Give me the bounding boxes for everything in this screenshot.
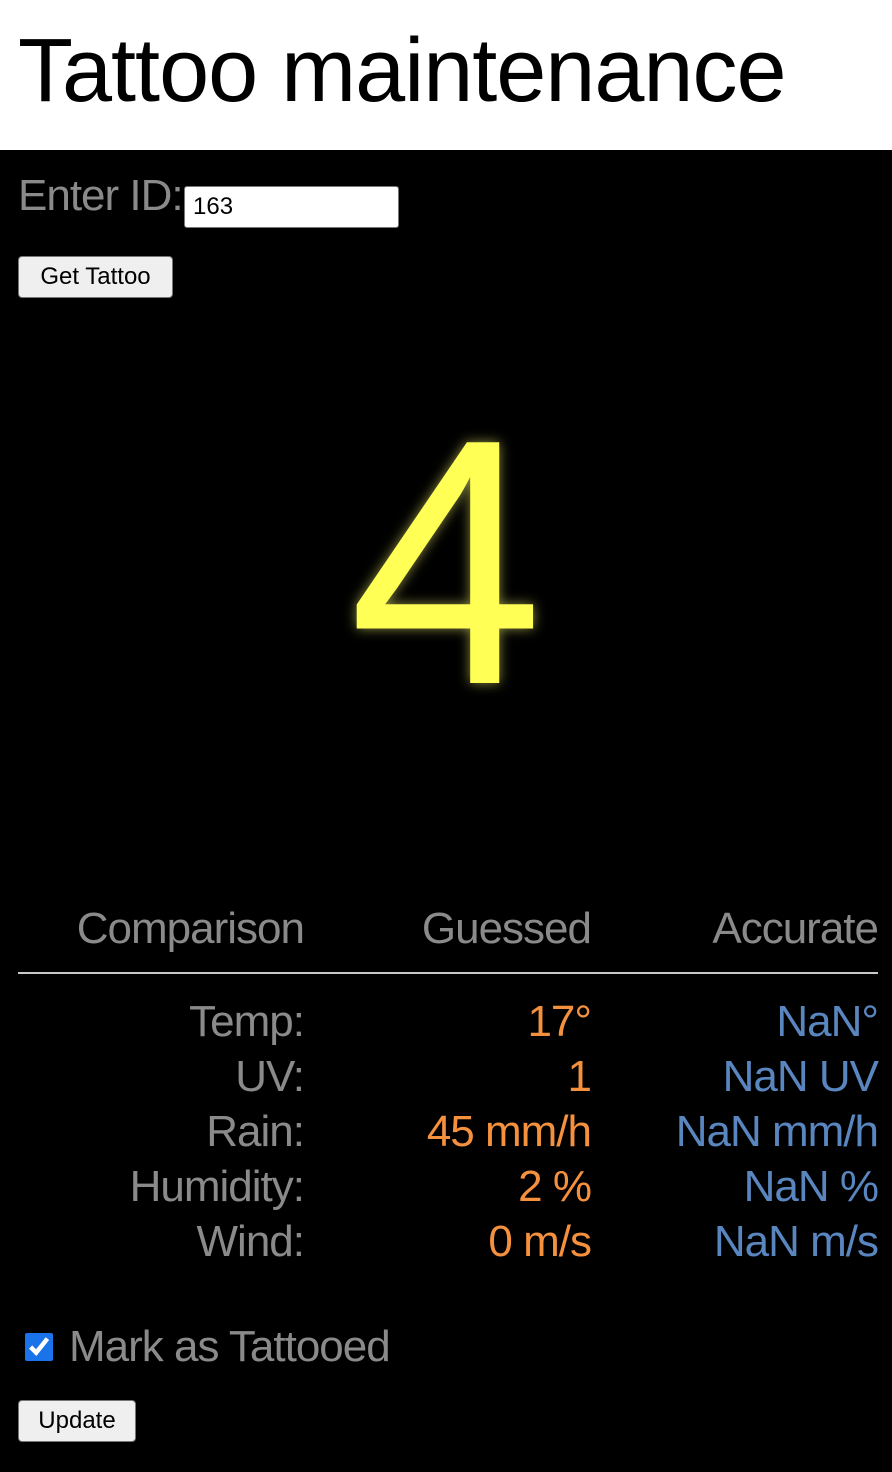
table-row: Wind: 0 m/s NaN m/s — [18, 1214, 879, 1269]
update-button[interactable]: Update — [18, 1400, 136, 1442]
accurate-value: NaN UV — [722, 1051, 879, 1101]
score-display: 4 — [348, 367, 544, 758]
id-label: Enter ID: — [18, 171, 184, 220]
table-row: Rain: 45 mm/h NaN mm/h — [18, 1104, 879, 1159]
table-row: Humidity: 2 % NaN % — [18, 1159, 879, 1214]
guessed-value: 1 — [567, 1051, 592, 1101]
row-label: Wind: — [196, 1216, 305, 1266]
table-row: UV: 1 NaN UV — [18, 1049, 879, 1104]
comparison-divider — [18, 972, 878, 974]
get-tattoo-button[interactable]: Get Tattoo — [18, 256, 173, 298]
table-row: Temp: 17° NaN° — [18, 994, 879, 1049]
accurate-value: NaN° — [776, 996, 879, 1046]
header: Tattoo maintenance — [0, 0, 892, 150]
page-title: Tattoo maintenance — [18, 21, 787, 121]
header-accurate: Accurate — [712, 904, 879, 953]
page: Tattoo maintenance Enter ID: Get Tattoo … — [0, 0, 892, 1472]
guessed-value: 17° — [527, 996, 592, 1046]
header-comparison: Comparison — [76, 904, 305, 953]
id-input[interactable] — [184, 186, 399, 228]
header-guessed: Guessed — [421, 904, 592, 953]
row-label: Rain: — [206, 1106, 305, 1156]
guessed-value: 45 mm/h — [426, 1106, 592, 1156]
accurate-value: NaN mm/h — [675, 1106, 879, 1156]
comparison-header-row: Comparison Guessed Accurate — [18, 898, 879, 960]
row-label: UV: — [235, 1051, 305, 1101]
mark-tattooed-checkbox[interactable] — [25, 1333, 53, 1361]
comparison-table: Comparison Guessed Accurate Temp: 17° Na… — [18, 898, 879, 1269]
mark-tattooed-label: Mark as Tattooed — [69, 1322, 391, 1371]
guessed-value: 2 % — [518, 1161, 592, 1211]
accurate-value: NaN m/s — [713, 1216, 879, 1266]
guessed-value: 0 m/s — [488, 1216, 592, 1266]
row-label: Humidity: — [129, 1161, 305, 1211]
accurate-value: NaN % — [743, 1161, 879, 1211]
row-label: Temp: — [189, 996, 305, 1046]
mark-tattooed-row[interactable]: Mark as Tattooed — [25, 1322, 391, 1372]
